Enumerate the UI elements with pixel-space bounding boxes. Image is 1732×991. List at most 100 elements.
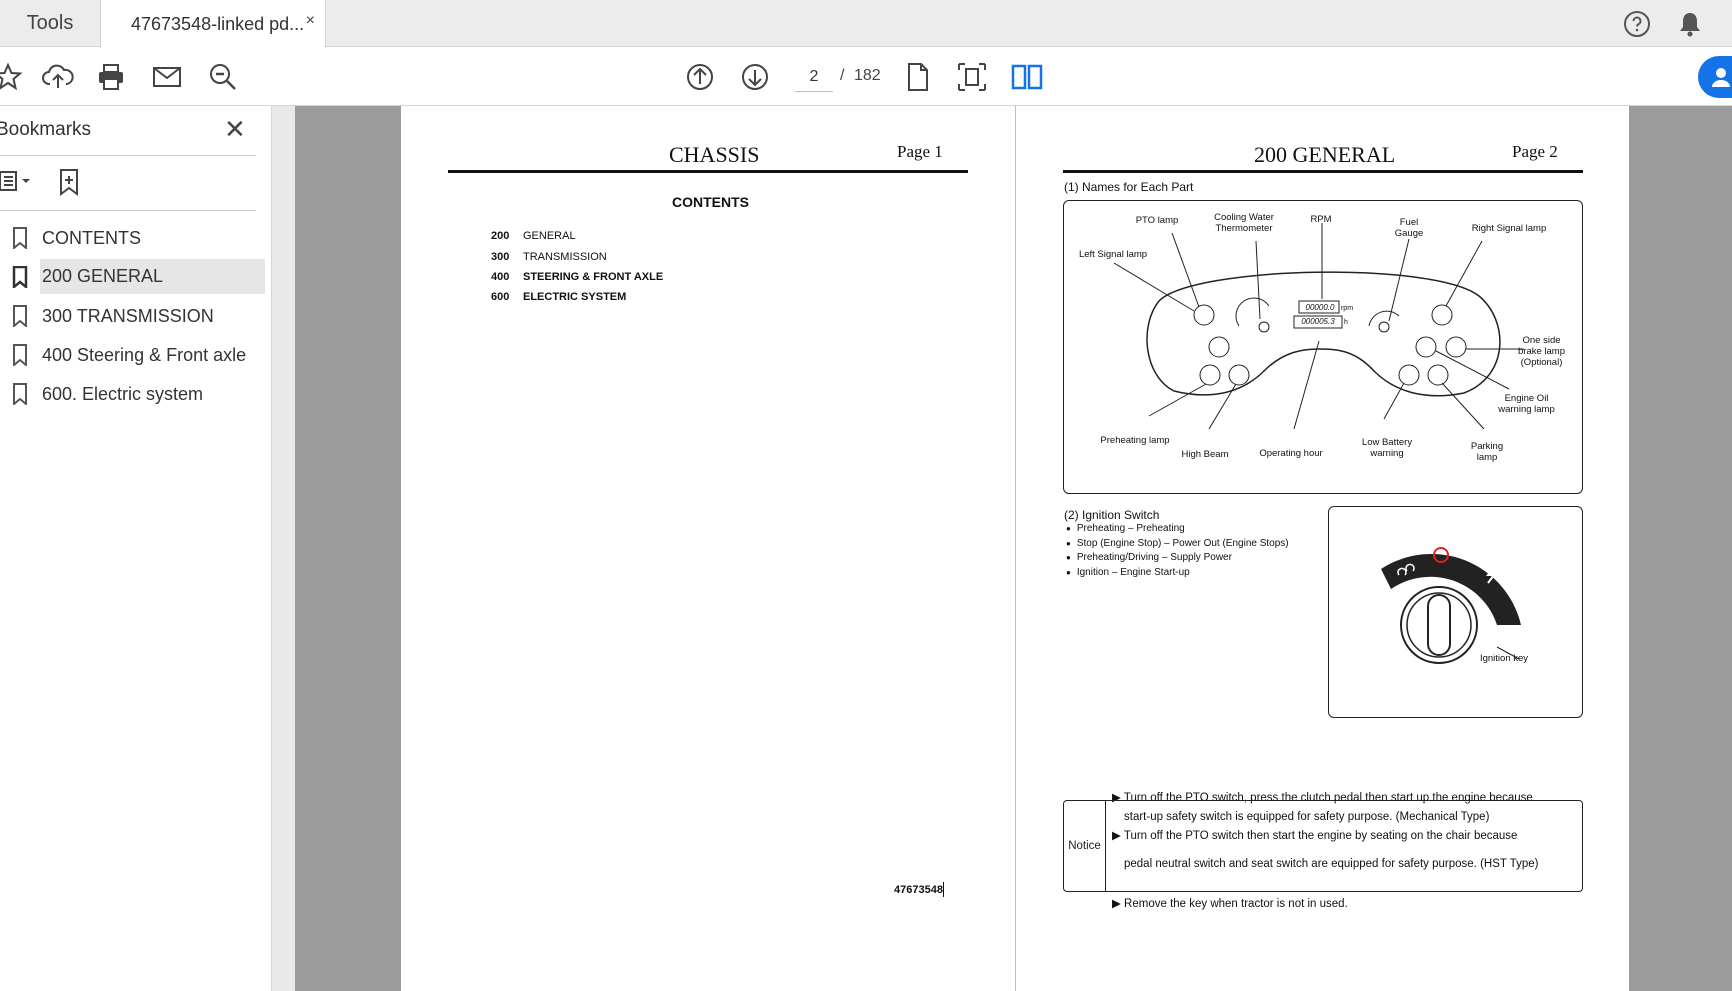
left-signal-label: Left Signal lamp (1078, 249, 1148, 260)
bookmark-label: CONTENTS (42, 228, 141, 248)
list-item: Stop (Engine Stop) – Power Out (Engine S… (1066, 537, 1289, 552)
note-text: pedal neutral switch and seat switch are… (1124, 858, 1539, 870)
close-icon[interactable]: ✕ (224, 114, 246, 145)
bookmark-icon (12, 305, 28, 332)
pdf-page-2: 200 GENERAL Page 2 (1) Names for Each Pa… (1015, 106, 1629, 991)
previous-page-icon[interactable] (680, 57, 720, 97)
note-line: ▶ Turn off the PTO switch then start the… (1112, 830, 1518, 842)
contents-heading: CONTENTS (672, 194, 749, 210)
toc-name: STEERING & FRONT AXLE (523, 271, 664, 283)
next-page-icon[interactable] (735, 57, 775, 97)
bookmark-label: 300 TRANSMISSION (42, 306, 214, 326)
note-text: Turn off the PTO switch then start the e… (1123, 830, 1518, 842)
bookmark-item-200-general[interactable]: 200 GENERAL (0, 257, 272, 296)
preheating-label: Preheating lamp (1100, 435, 1170, 446)
options-list-icon[interactable] (0, 168, 36, 199)
bookmark-label: 200 GENERAL (40, 259, 265, 294)
bookmark-list: CONTENTS 200 GENERAL 300 TRANSMISSION 40… (0, 218, 272, 413)
page-title: 200 GENERAL (1254, 142, 1396, 167)
bookmark-icon (12, 265, 28, 293)
bookmark-label: 600. Electric system (42, 384, 204, 404)
main-toolbar: / 182 (0, 48, 1732, 106)
bookmarks-panel: Bookmarks ✕ CONTENTS 200 GENERAL 300 TRA… (0, 106, 272, 991)
bookmark-icon (12, 383, 28, 410)
bookmark-item-400-steering[interactable]: 400 Steering & Front axle (0, 335, 272, 374)
tab-document-label: 47673548-linked pd... (131, 13, 305, 34)
hour-readout: 000005.3 (1301, 317, 1335, 326)
bookmarks-title: Bookmarks (0, 119, 92, 140)
bookmark-item-300-transmission[interactable]: 300 TRANSMISSION (0, 296, 272, 335)
high-beam-label: High Beam (1181, 449, 1229, 460)
two-page-view-icon[interactable] (1007, 57, 1047, 97)
bookmark-item-600-electric[interactable]: 600. Electric system (0, 374, 272, 413)
ignition-figure: Ignition key (1328, 506, 1583, 718)
bookmark-item-contents[interactable]: CONTENTS (0, 218, 272, 257)
header-rule (1063, 170, 1583, 173)
single-page-view-icon[interactable] (898, 57, 938, 97)
share-button[interactable] (1698, 56, 1732, 98)
toc-entry[interactable]: 300 TRANSMISSION (491, 251, 607, 263)
operating-hour-label: Operating hour (1259, 448, 1323, 459)
pto-lamp-label: PTO lamp (1135, 215, 1179, 226)
list-item: Ignition – Engine Start-up (1066, 566, 1289, 581)
list-item: Preheating/Driving – Supply Power (1066, 551, 1289, 566)
rpm-unit: rpm (1340, 305, 1354, 312)
tab-bar: Tools 47673548-linked pd... × (0, 0, 1732, 48)
zoom-out-icon[interactable] (203, 57, 243, 97)
help-icon[interactable] (1623, 10, 1651, 43)
bookmark-icon (12, 227, 28, 254)
ignition-diagram (1381, 547, 1521, 664)
text-cursor (943, 882, 944, 897)
toc-name: ELECTRIC SYSTEM (523, 291, 627, 303)
fuel-gauge-label: Fuel Gauge (1394, 217, 1424, 239)
cooling-water-label: Cooling Water Thermometer (1214, 212, 1274, 234)
page-number-input[interactable] (795, 62, 833, 92)
divider (0, 155, 256, 156)
toc-number: 200 (491, 230, 510, 242)
page-number-label: Page 2 (1512, 142, 1558, 161)
ignition-key-label: Ignition key (1479, 653, 1529, 664)
rpm-label: RPM (1310, 214, 1332, 225)
toc-entry[interactable]: 600 ELECTRIC SYSTEM (491, 291, 626, 303)
document-viewport[interactable]: CHASSIS Page 1 CONTENTS 200 GENERAL 300 TR… (273, 106, 1732, 991)
print-icon[interactable] (91, 57, 131, 97)
toc-number: 300 (491, 251, 510, 263)
star-icon[interactable] (0, 57, 28, 97)
pdf-page-1: CHASSIS Page 1 CONTENTS 200 GENERAL 300 TR… (401, 106, 1015, 991)
list-item: Preheating – Preheating (1066, 522, 1289, 537)
divider (0, 210, 256, 211)
dashboard-figure: PTO lamp Cooling Water Thermometer RPM F… (1063, 200, 1583, 494)
mail-icon[interactable] (147, 57, 187, 97)
one-side-brake-label: One side brake lamp (Optional) (1518, 335, 1565, 368)
notice-box: Notice start-up safety switch is equippe… (1063, 800, 1583, 892)
note-text: Remove the key when tractor is not in us… (1124, 898, 1348, 910)
tab-document[interactable]: 47673548-linked pd... × (100, 0, 326, 48)
page-total: 182 (854, 67, 881, 84)
engine-oil-label: Engine Oil warning lamp (1498, 393, 1555, 415)
add-bookmark-icon[interactable] (58, 168, 84, 201)
bookmark-label: 400 Steering & Front axle (42, 345, 247, 365)
tab-tools[interactable]: Tools (0, 0, 100, 47)
document-number: 47673548 (894, 884, 943, 896)
hour-unit: h (1344, 319, 1348, 326)
notice-label: Notice (1064, 801, 1106, 891)
toc-number: 400 (491, 271, 510, 283)
section-heading: (2) Ignition Switch (1064, 508, 1160, 522)
tab-close-icon[interactable]: × (306, 12, 315, 30)
toc-name: GENERAL (523, 230, 576, 242)
parking-lamp-label: Parking lamp (1470, 441, 1504, 463)
fit-page-icon[interactable] (952, 57, 992, 97)
tab-tools-label: Tools (26, 12, 74, 34)
toc-entry[interactable]: 400 STEERING & FRONT AXLE (491, 271, 663, 283)
header-rule (448, 170, 968, 173)
bookmark-icon (12, 344, 28, 371)
right-signal-label: Right Signal lamp (1471, 223, 1547, 234)
note-line: ▶ Remove the key when tractor is not in … (1112, 898, 1348, 910)
upload-cloud-icon[interactable] (38, 57, 78, 97)
page-number-label: Page 1 (897, 142, 943, 161)
low-battery-label: Low Battery warning (1361, 437, 1413, 459)
toc-entry[interactable]: 200 GENERAL (491, 230, 576, 242)
page-separator: / (840, 67, 845, 84)
notification-bell-icon[interactable] (1677, 10, 1703, 43)
rpm-readout: 00000.0 (1305, 303, 1335, 312)
